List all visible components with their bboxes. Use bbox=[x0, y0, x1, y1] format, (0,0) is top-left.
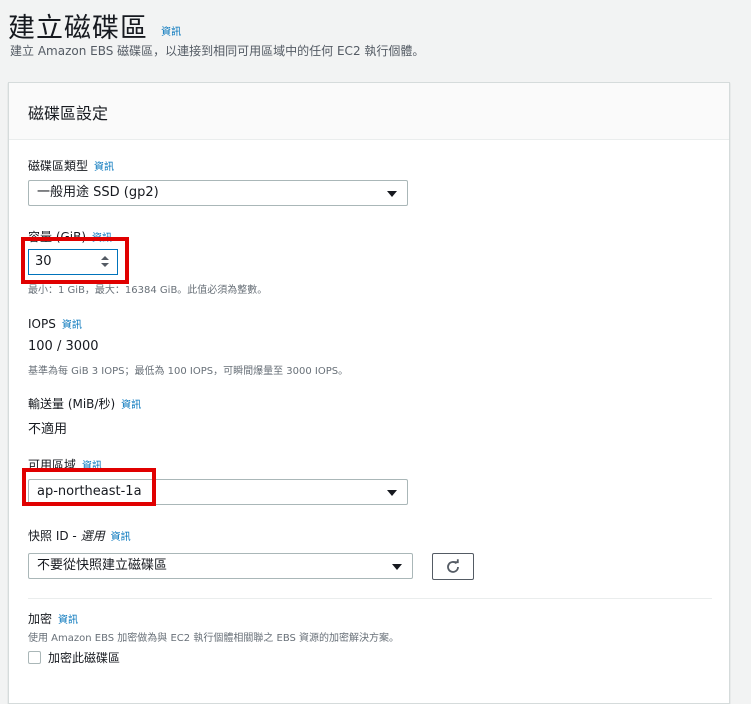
volume-type-info-link[interactable]: 資訊 bbox=[94, 162, 114, 173]
throughput-label-text: 輸送量 (MiB/秒) bbox=[28, 397, 116, 411]
encryption-hint: 使用 Amazon EBS 加密做為與 EC2 執行個體相關聯之 EBS 資源的… bbox=[28, 633, 400, 644]
volume-type-label: 磁碟區類型 資訊 bbox=[28, 157, 114, 174]
snapshot-value: 不要從快照建立磁碟區 bbox=[37, 558, 168, 573]
encrypt-checkbox[interactable] bbox=[28, 651, 41, 664]
volume-settings-panel: 磁碟區設定 磁碟區類型 資訊 一般用途 SSD (gp2) 容量 (GiB) 資訊 … bbox=[8, 82, 730, 704]
chevron-down-icon bbox=[387, 191, 397, 197]
throughput-value: 不適用 bbox=[28, 422, 68, 437]
encryption-info-link[interactable]: 資訊 bbox=[58, 615, 78, 626]
encrypt-checkbox-label[interactable]: 加密此磁碟區 bbox=[48, 649, 120, 666]
iops-hint: 基準為每 GiB 3 IOPS；最低為 100 IOPS，可瞬間爆量至 3000… bbox=[28, 366, 349, 377]
volume-type-label-text: 磁碟區類型 bbox=[28, 159, 89, 173]
iops-label-text: IOPS bbox=[28, 317, 56, 331]
snapshot-optional-text: 選用 bbox=[80, 529, 105, 543]
chevron-down-icon bbox=[387, 490, 397, 496]
size-hint: 最小：1 GiB，最大：16384 GiB。此值必須為整數。 bbox=[28, 285, 268, 296]
size-highlight-box bbox=[21, 237, 129, 284]
volume-type-select[interactable]: 一般用途 SSD (gp2) bbox=[28, 180, 408, 206]
az-highlight-box bbox=[22, 468, 156, 506]
encryption-label-text: 加密 bbox=[28, 612, 53, 626]
iops-value: 100 / 3000 bbox=[28, 339, 99, 354]
snapshot-label: 快照 ID - 選用 資訊 bbox=[28, 527, 131, 544]
throughput-label: 輸送量 (MiB/秒) 資訊 bbox=[28, 395, 141, 412]
encryption-label: 加密 資訊 bbox=[28, 610, 78, 627]
panel-title: 磁碟區設定 bbox=[28, 104, 109, 123]
chevron-down-icon bbox=[392, 564, 402, 570]
iops-label: IOPS 資訊 bbox=[28, 316, 82, 331]
refresh-icon bbox=[447, 559, 459, 573]
iops-info-link[interactable]: 資訊 bbox=[62, 320, 82, 331]
snapshot-label-text: 快照 ID - bbox=[28, 529, 81, 543]
page-subtitle: 建立 Amazon EBS 磁碟區，以連接到相同可用區域中的任何 EC2 執行個… bbox=[10, 44, 425, 58]
panel-header: 磁碟區設定 bbox=[9, 83, 729, 140]
volume-type-value: 一般用途 SSD (gp2) bbox=[37, 185, 159, 200]
page-info-link[interactable]: 資訊 bbox=[161, 27, 181, 38]
snapshot-info-link[interactable]: 資訊 bbox=[111, 532, 131, 543]
section-divider bbox=[28, 598, 712, 599]
page-title: 建立磁碟區 bbox=[8, 13, 148, 44]
snapshot-select[interactable]: 不要從快照建立磁碟區 bbox=[28, 553, 413, 579]
refresh-button[interactable] bbox=[432, 553, 474, 580]
throughput-info-link[interactable]: 資訊 bbox=[121, 400, 141, 411]
page-header: 建立磁碟區 資訊 bbox=[8, 6, 181, 45]
